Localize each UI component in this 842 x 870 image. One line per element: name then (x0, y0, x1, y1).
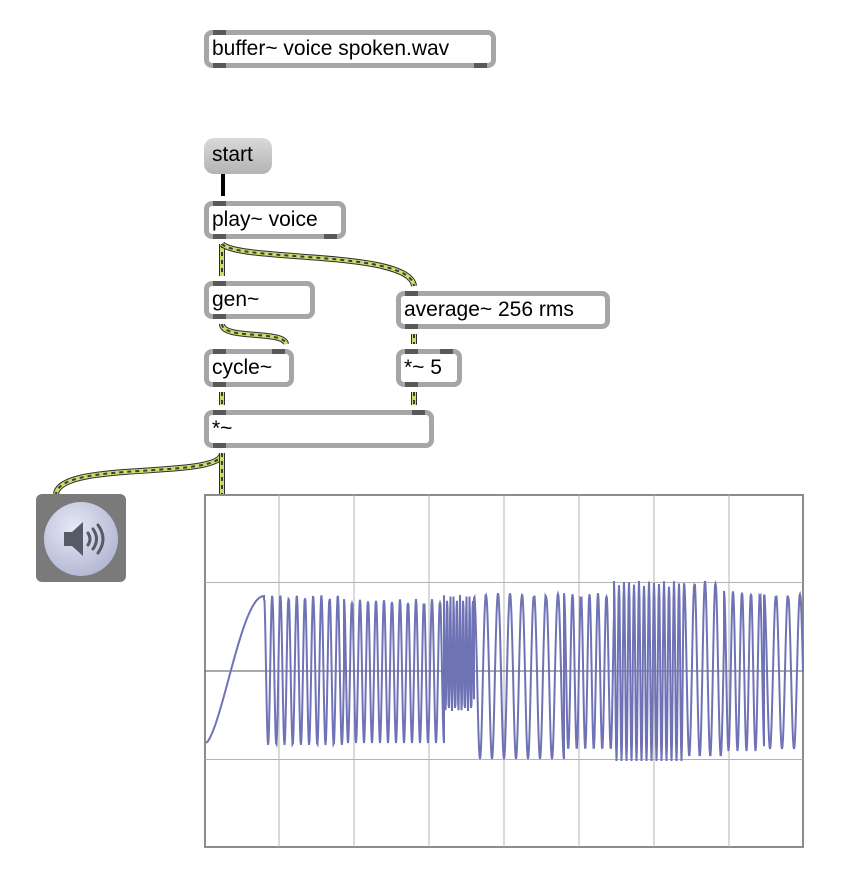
cycle-outlet[interactable] (213, 382, 226, 387)
multiply-5-object[interactable]: *~ 5 (396, 349, 462, 387)
cord-multiply-to-dac[interactable] (54, 452, 224, 495)
buffer-outlet-2[interactable] (474, 63, 487, 68)
ezdac-speaker-button[interactable] (36, 494, 126, 582)
average-object-label: average~ 256 rms (404, 298, 574, 321)
average-inlet[interactable] (405, 291, 418, 296)
multiply-5-outlet[interactable] (405, 382, 418, 387)
multiply-5-object-label: *~ 5 (404, 356, 442, 379)
cord-multiply-to-dac[interactable] (55, 452, 223, 495)
play-inlet[interactable] (213, 201, 226, 206)
cord-play-to-average[interactable] (221, 243, 415, 287)
cycle-object-label: cycle~ (212, 356, 273, 379)
buffer-object[interactable]: buffer~ voice spoken.wav (204, 30, 496, 68)
play-object-label: play~ voice (212, 208, 318, 231)
cord-gen-to-cycle[interactable] (220, 323, 288, 346)
cycle-object[interactable]: cycle~ (204, 349, 294, 387)
play-outlet-2[interactable] (324, 234, 337, 239)
cycle-inlet-1[interactable] (213, 349, 226, 354)
multiply-object-label: *~ (212, 417, 233, 440)
average-object[interactable]: average~ 256 rms (396, 291, 610, 329)
speaker-icon (64, 522, 105, 556)
buffer-object-label: buffer~ voice spoken.wav (212, 37, 450, 60)
ezdac-knob (44, 502, 118, 576)
cord-play-to-average[interactable] (220, 242, 416, 287)
buffer-outlet-1[interactable] (213, 63, 226, 68)
start-message[interactable]: start (204, 138, 272, 174)
cord-gen-to-cycle[interactable] (221, 323, 287, 345)
cycle-inlet-2[interactable] (272, 349, 285, 354)
play-outlet-1[interactable] (213, 234, 226, 239)
gen-inlet[interactable] (213, 281, 226, 286)
multiply-5-inlet-2[interactable] (440, 349, 453, 354)
gen-outlet[interactable] (213, 314, 226, 319)
average-outlet[interactable] (405, 324, 418, 329)
multiply-inlet-2[interactable] (412, 410, 425, 415)
gen-object-label: gen~ (212, 288, 260, 311)
multiply-inlet-1[interactable] (213, 410, 226, 415)
scope-display[interactable] (204, 494, 804, 848)
cord-gen-to-cycle[interactable] (219, 322, 289, 346)
play-object[interactable]: play~ voice (204, 201, 346, 239)
multiply-object[interactable]: *~ (204, 410, 434, 448)
multiply-outlet[interactable] (213, 443, 226, 448)
buffer-inlet[interactable] (213, 30, 226, 35)
gen-object[interactable]: gen~ (204, 281, 315, 319)
cord-play-to-average[interactable] (219, 241, 417, 288)
start-message-label: start (212, 143, 253, 166)
multiply-5-inlet-1[interactable] (405, 349, 418, 354)
cord-multiply-to-dac[interactable] (53, 451, 225, 496)
